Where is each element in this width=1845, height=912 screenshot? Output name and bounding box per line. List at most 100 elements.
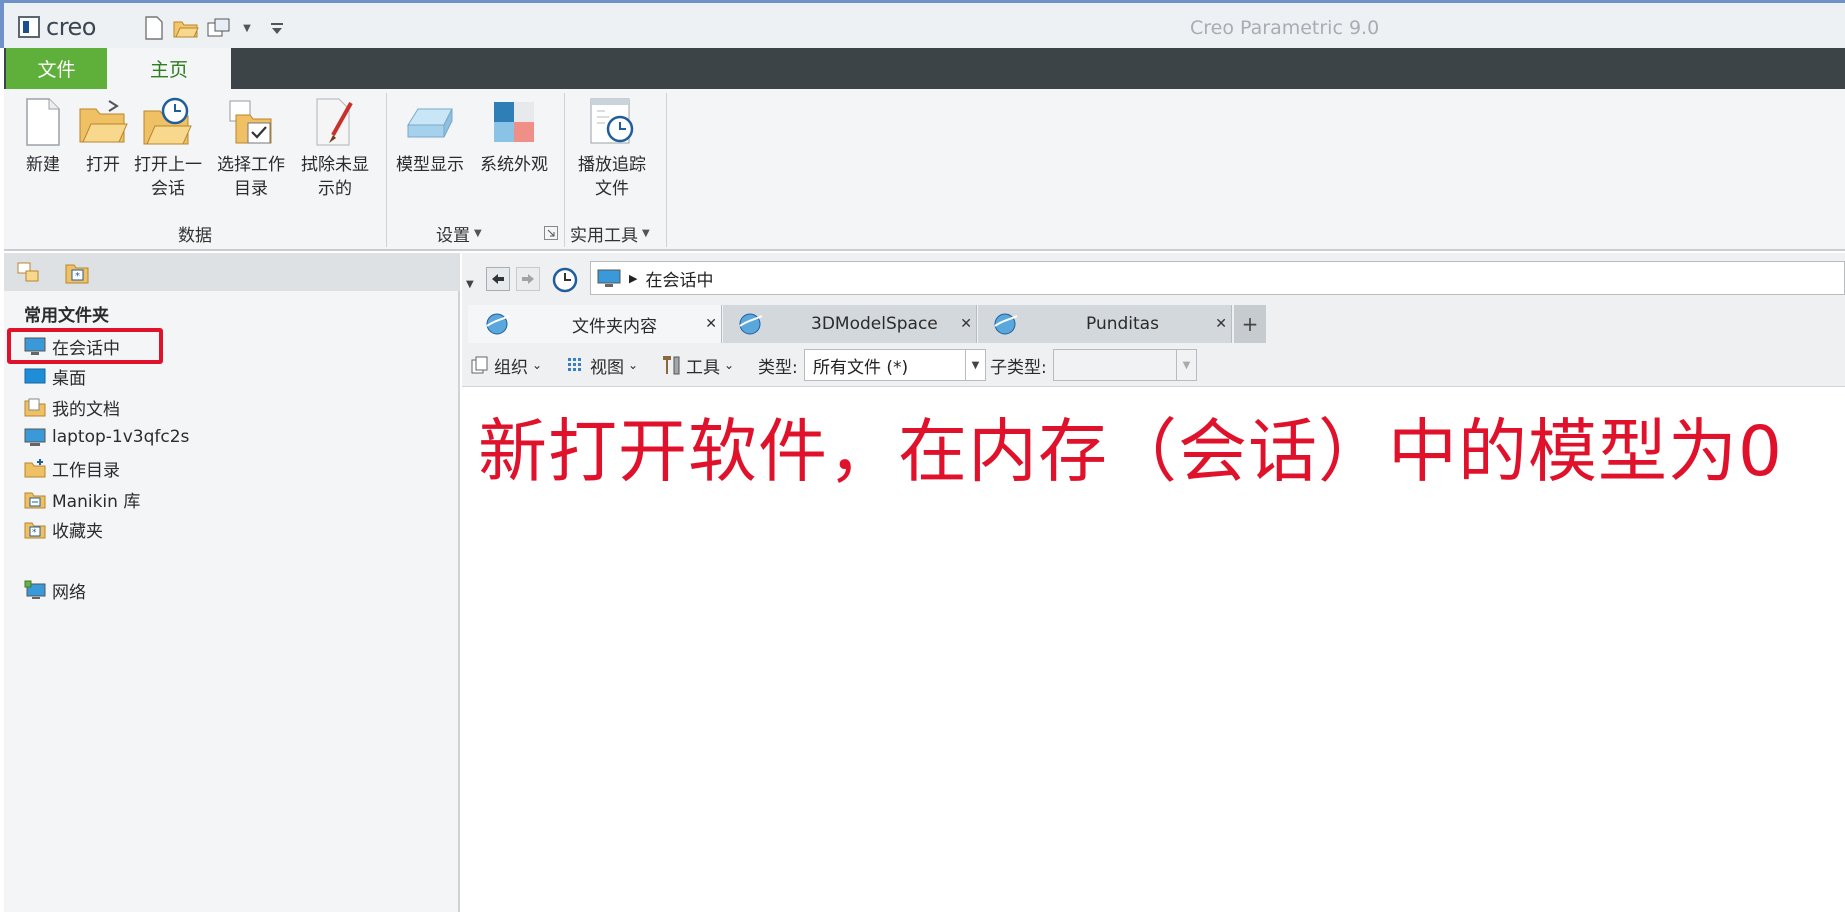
tab-punditas-label: Punditas <box>1086 314 1159 334</box>
settings-dropdown-icon: ▼ <box>474 228 482 239</box>
view-icon <box>568 358 581 371</box>
folder-manikin-library[interactable]: Manikin 库 <box>24 484 140 514</box>
system-appearance-button[interactable]: 系统外观 <box>480 95 548 177</box>
view-menu[interactable]: 视图 ⌄ <box>566 351 638 379</box>
desktop-icon <box>24 368 46 384</box>
open-last-session-icon <box>141 95 195 149</box>
erase-label-1: 拭除未显 <box>301 155 369 175</box>
close-icon[interactable]: ✕ <box>1215 316 1227 332</box>
browser-globe-icon <box>486 313 510 335</box>
manikin-library-icon <box>24 492 46 509</box>
tab-folder-contents[interactable]: 文件夹内容 ✕ <box>468 305 722 343</box>
browser-toolbar: 组织 ⌄ 视图 ⌄ 工具 ⌄ 类型: 所有文件 (*) ▼ 子类型: ▼ <box>462 343 1845 387</box>
organize-menu[interactable]: 组织 ⌄ <box>470 351 542 379</box>
address-text: 在会话中 <box>645 270 714 291</box>
open-icon[interactable] <box>172 15 200 41</box>
playback-trail-icon <box>585 95 639 149</box>
group-data-text: 数据 <box>178 226 212 246</box>
system-appearance-label: 系统外观 <box>480 155 548 175</box>
tab-3dmodelspace[interactable]: 3DModelSpace ✕ <box>723 305 977 343</box>
tab-file[interactable]: 文件 <box>6 48 107 89</box>
folder-computer-label: laptop-1v3qfc2s <box>52 427 190 447</box>
forward-icon[interactable] <box>516 267 540 291</box>
documents-folder-icon <box>24 398 46 417</box>
group-label-utilities[interactable]: 实用工具 ▼ <box>570 221 650 246</box>
add-tab-button[interactable]: + <box>1234 305 1266 343</box>
svg-text:*: * <box>32 528 37 538</box>
tools-label: 工具 <box>686 357 720 378</box>
select-working-directory-button[interactable]: 选择工作 目录 <box>217 95 285 201</box>
working-directory-icon <box>24 459 46 478</box>
ribbon-separator <box>564 93 565 247</box>
dropdown-icon[interactable]: ▼ <box>237 15 257 41</box>
open-last-label-2: 会话 <box>151 179 185 199</box>
new-file-icon <box>16 95 70 149</box>
utilities-dropdown-icon: ▼ <box>642 228 650 239</box>
open-last-label-1: 打开上一 <box>134 155 202 175</box>
folder-desktop[interactable]: 桌面 <box>24 361 86 391</box>
select-wd-label-2: 目录 <box>234 179 268 199</box>
tab-home[interactable]: 主页 <box>107 48 231 89</box>
title-bar: creo ▼ Creo Parametric 9.0 <box>0 0 1845 48</box>
new-icon[interactable] <box>140 15 168 41</box>
app-menu-icon[interactable] <box>18 16 40 38</box>
type-select[interactable]: 所有文件 (*) ▼ <box>804 349 986 381</box>
network-icon <box>24 580 46 599</box>
folder-network[interactable]: 网络 <box>24 575 86 605</box>
type-label: 类型: <box>758 357 798 378</box>
settings-launcher-icon[interactable] <box>544 225 558 240</box>
address-bar[interactable]: ▶ 在会话中 <box>590 261 1845 295</box>
history-dropdown-icon[interactable]: ▼ <box>466 279 474 290</box>
folder-favorites[interactable]: * 收藏夹 <box>24 514 103 544</box>
file-browser: ▼ ▶ 在会话中 文件夹内容 ✕ 3DModelSpace ✕ Punditas… <box>462 253 1845 912</box>
folder-browser-tab-icon[interactable]: * <box>62 259 92 287</box>
group-label-settings[interactable]: 设置 ▼ <box>436 221 482 246</box>
model-tree-tab-icon[interactable] <box>14 259 44 287</box>
back-icon[interactable] <box>486 267 510 291</box>
tools-menu[interactable]: 工具 ⌄ <box>660 351 734 379</box>
playback-trail-button[interactable]: 播放追踪 文件 <box>578 95 646 201</box>
close-icon[interactable]: ✕ <box>960 316 972 332</box>
folder-desktop-label: 桌面 <box>52 368 86 389</box>
close-icon[interactable]: ✕ <box>705 316 717 332</box>
ribbon-tab-bar: 文件 主页 <box>4 48 1845 89</box>
tab-punditas[interactable]: Punditas ✕ <box>978 305 1232 343</box>
folder-working-directory[interactable]: 工作目录 <box>24 453 120 483</box>
open-folder-icon <box>76 95 130 149</box>
subtype-select[interactable]: ▼ <box>1053 349 1197 381</box>
ribbon: 新建 打开 打开上一 会话 选择工作 目录 拭除未显 示的 模型显示 系统外观 … <box>4 89 1845 251</box>
group-label-data: 数据 <box>178 221 212 246</box>
history-icon[interactable] <box>550 265 580 298</box>
tools-icon <box>663 356 680 375</box>
erase-icon <box>308 95 362 149</box>
group-settings-text: 设置 <box>436 226 470 246</box>
folder-my-documents[interactable]: 我的文档 <box>24 392 120 422</box>
annotation-text: 新打开软件，在内存（会话）中的模型为0 <box>478 412 1783 492</box>
browser-globe-icon <box>994 313 1018 335</box>
navigator-tabs: * <box>4 253 460 291</box>
folder-favorites-label: 收藏夹 <box>52 521 103 542</box>
address-row: ▼ ▶ 在会话中 <box>462 253 1845 301</box>
monitor-icon <box>597 269 621 287</box>
customize-icon[interactable] <box>265 15 289 41</box>
system-appearance-icon <box>487 95 541 149</box>
open-button[interactable]: 打开 <box>76 95 130 177</box>
open-last-session-button[interactable]: 打开上一 会话 <box>134 95 202 201</box>
chevron-down-icon: ⌄ <box>724 358 735 372</box>
model-display-icon <box>403 95 457 149</box>
new-button[interactable]: 新建 <box>16 95 70 177</box>
chevron-down-icon: ▼ <box>965 350 985 380</box>
computer-icon <box>24 428 46 446</box>
model-display-button[interactable]: 模型显示 <box>396 95 464 177</box>
new-label: 新建 <box>26 155 60 175</box>
annotation-highlight-box <box>7 328 163 364</box>
erase-not-displayed-button[interactable]: 拭除未显 示的 <box>301 95 369 201</box>
window-icon[interactable] <box>205 15 233 41</box>
chevron-down-icon: ⌄ <box>628 358 639 372</box>
folder-computer[interactable]: laptop-1v3qfc2s <box>24 422 189 452</box>
folder-my-documents-label: 我的文档 <box>52 399 120 420</box>
organize-label: 组织 <box>494 357 528 378</box>
creo-logo: creo <box>18 13 96 41</box>
playback-label-1: 播放追踪 <box>578 155 646 175</box>
app-title: Creo Parametric 9.0 <box>1190 17 1380 39</box>
